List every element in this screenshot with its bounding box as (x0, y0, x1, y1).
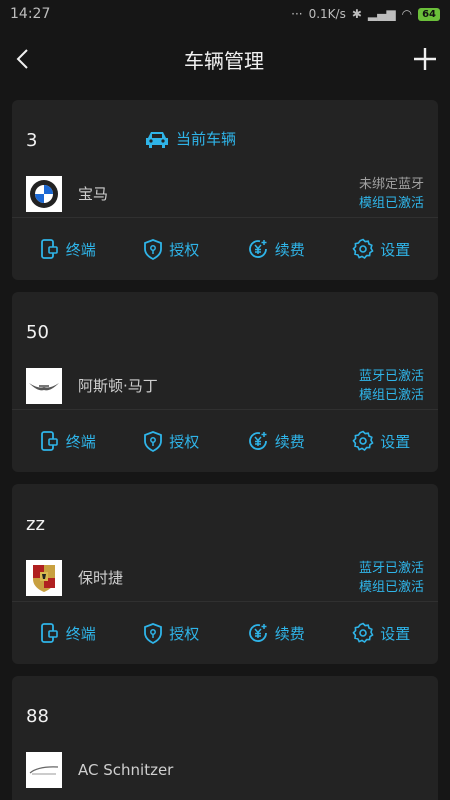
terminal-button[interactable]: 终端 (40, 430, 96, 452)
module-status: 模组已激活 (358, 579, 424, 595)
vehicle-brand: 阿斯顿·马丁 (78, 377, 158, 395)
vehicle-info-row: AC Schnitzer (12, 746, 438, 794)
plus-icon (414, 48, 436, 70)
bluetooth-status: 未绑定蓝牙 (358, 176, 424, 192)
vehicle-card-top: 50 (12, 292, 438, 362)
settings-label: 设置 (380, 432, 411, 451)
gear-icon (352, 238, 374, 260)
notification-dots: ··· (291, 7, 303, 21)
vehicle-actions: 终端 授权 续费 设置 (12, 410, 438, 472)
renew-button[interactable]: 续费 (247, 622, 305, 644)
wifi-icon: ◠ (401, 7, 413, 21)
module-status: 模组已激活 (358, 387, 424, 403)
back-button[interactable] (12, 47, 36, 71)
clock: 14:27 (10, 6, 51, 22)
vehicle-status: 蓝牙已激活 模组已激活 (359, 367, 424, 405)
authorize-label: 授权 (169, 432, 200, 451)
shield-key-icon (144, 239, 163, 260)
vehicle-info-row: 宝马 未绑定蓝牙 模组已激活 (12, 170, 438, 218)
authorize-button[interactable]: 授权 (143, 238, 199, 260)
bluetooth-icon: ✱ (351, 7, 362, 21)
shield-key-icon (144, 431, 163, 452)
vehicle-number: zz (26, 514, 45, 535)
settings-button[interactable]: 设置 (352, 622, 410, 644)
renew-label: 续费 (274, 240, 305, 259)
porsche-logo (26, 559, 62, 596)
vehicle-info-row: 保时捷 蓝牙已激活 模组已激活 (12, 554, 438, 602)
vehicle-status: 蓝牙已激活 模组已激活 (359, 559, 424, 597)
authorize-button[interactable]: 授权 (143, 430, 199, 452)
renew-button[interactable]: 续费 (247, 430, 305, 452)
signal-icon: ▂▄▆ (367, 7, 396, 21)
aston-martin-wings-icon (29, 382, 59, 390)
terminal-label: 终端 (65, 432, 96, 451)
vehicle-actions: 终端 授权 续费 设置 (12, 218, 438, 280)
gear-icon (352, 622, 374, 644)
renew-yen-icon (248, 624, 267, 642)
terminal-phone-icon (40, 431, 58, 451)
terminal-button[interactable]: 终端 (40, 622, 96, 644)
page-title: 车辆管理 (184, 48, 264, 73)
vehicle-number: 88 (26, 706, 49, 727)
renew-label: 续费 (274, 624, 305, 643)
porsche-crest-icon (33, 564, 55, 592)
vehicle-brand: 宝马 (78, 185, 109, 203)
vehicle-actions: 终端 授权 续费 设置 (12, 602, 438, 664)
back-arrow-icon (16, 49, 28, 69)
bmw-logo-icon (30, 179, 58, 208)
settings-label: 设置 (380, 240, 411, 259)
module-status: 模组已激活 (358, 195, 424, 211)
ac-schnitzer-logo-icon (29, 766, 59, 775)
vehicle-card-top: 3 当前车辆 (12, 100, 438, 170)
terminal-phone-icon (40, 239, 58, 259)
shield-key-icon (144, 623, 163, 644)
vehicle-list: 3 当前车辆 宝马 未绑定蓝牙 模组已激活 终端 授权 续费 设置 50 阿斯顿… (0, 90, 450, 800)
vehicle-brand: AC Schnitzer (78, 761, 174, 779)
vehicle-brand: 保时捷 (78, 569, 124, 587)
vehicle-status: 未绑定蓝牙 模组已激活 (359, 175, 424, 213)
header: 车辆管理 (0, 28, 450, 90)
authorize-label: 授权 (169, 624, 200, 643)
renew-yen-icon (248, 240, 267, 258)
network-speed: 0.1K/s (308, 7, 346, 21)
settings-button[interactable]: 设置 (352, 238, 410, 260)
bluetooth-status: 蓝牙已激活 (358, 368, 424, 384)
current-vehicle-badge: 当前车辆 (144, 128, 236, 149)
vehicle-number: 3 (26, 130, 38, 151)
status-icons: ··· 0.1K/s ✱ ▂▄▆ ◠ 64 (291, 7, 440, 21)
terminal-button[interactable]: 终端 (40, 238, 96, 260)
bmw-logo (26, 175, 62, 212)
terminal-phone-icon (40, 623, 58, 643)
car-icon (146, 131, 168, 148)
ac-schnitzer-logo (26, 752, 62, 788)
settings-label: 设置 (380, 624, 411, 643)
battery-icon: 64 (418, 7, 440, 21)
vehicle-number: 50 (26, 322, 49, 343)
settings-button[interactable]: 设置 (352, 430, 410, 452)
vehicle-card[interactable]: zz 保时捷 蓝牙已激活 模组已激活 终端 授权 续费 设置 (12, 484, 438, 664)
vehicle-card[interactable]: 3 当前车辆 宝马 未绑定蓝牙 模组已激活 终端 授权 续费 设置 (12, 100, 438, 280)
add-vehicle-button[interactable] (412, 46, 438, 72)
authorize-label: 授权 (169, 240, 200, 259)
renew-button[interactable]: 续费 (247, 238, 305, 260)
vehicle-card-top: zz (12, 484, 438, 554)
renew-label: 续费 (274, 432, 305, 451)
vehicle-card-top: 88 (12, 676, 438, 746)
vehicle-info-row: 阿斯顿·马丁 蓝牙已激活 模组已激活 (12, 362, 438, 410)
aston-martin-logo (26, 367, 62, 404)
current-vehicle-label: 当前车辆 (176, 130, 237, 148)
renew-yen-icon (248, 432, 267, 450)
authorize-button[interactable]: 授权 (143, 622, 199, 644)
status-bar: 14:27 ··· 0.1K/s ✱ ▂▄▆ ◠ 64 (0, 0, 450, 28)
bluetooth-status: 蓝牙已激活 (358, 560, 424, 576)
vehicle-card[interactable]: 88 AC Schnitzer (12, 676, 438, 800)
gear-icon (352, 430, 374, 452)
terminal-label: 终端 (65, 624, 96, 643)
terminal-label: 终端 (65, 240, 96, 259)
vehicle-card[interactable]: 50 阿斯顿·马丁 蓝牙已激活 模组已激活 终端 授权 续费 设置 (12, 292, 438, 472)
